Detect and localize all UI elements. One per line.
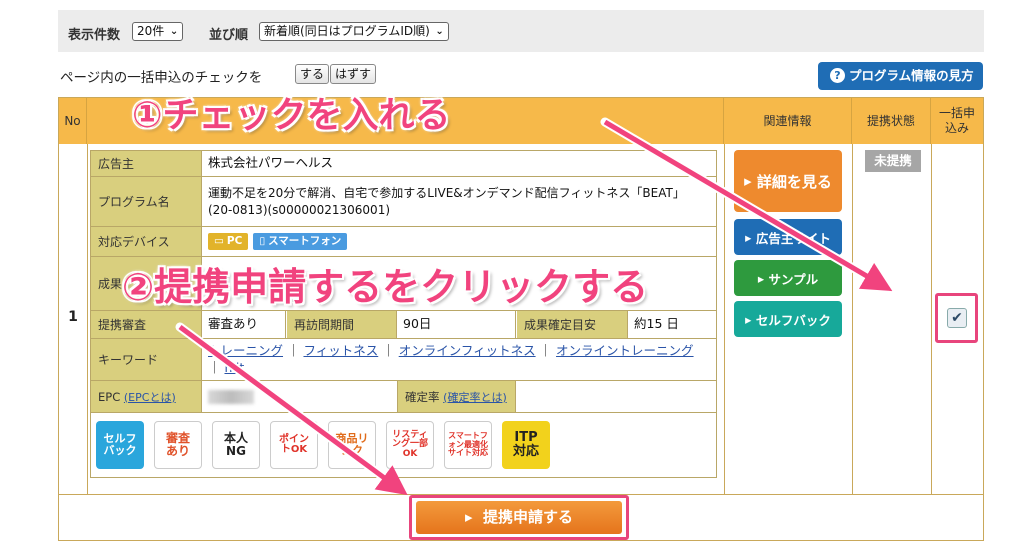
annotation-step2: ②提携申請するをクリックする [122, 265, 649, 309]
point-ok-feature-icon: ポイントOK [270, 421, 318, 469]
device-badge-pc: ▭ PC [208, 233, 249, 250]
feature-label: リスティング一部OK [391, 429, 428, 459]
rate-value [516, 381, 716, 412]
keyword-link[interactable]: hiit [224, 360, 244, 375]
advertiser-site-label: 広告主サイト [755, 230, 831, 246]
keyword-link[interactable]: フィットネス [303, 343, 378, 358]
review-value: 審査あり [202, 311, 286, 338]
chevron-down-icon: ⌄ [169, 26, 179, 37]
device-pc-label: PC [226, 235, 243, 248]
device-label: 対応デバイス [91, 227, 202, 256]
chevron-down-icon: ⌄ [435, 26, 444, 37]
device-sp-label: スマートフォン [268, 235, 342, 248]
keyword-link[interactable]: トレーニング [208, 343, 283, 358]
monitor-icon: ▭ [214, 235, 224, 248]
checkmark-icon: ✔ [947, 308, 967, 328]
header-related: 関連情報 [724, 98, 852, 144]
detail-row-review: 提携審査 審査あり 再訪問期間 90日 成果確定目安 約15 日 [91, 311, 716, 339]
col-divider [931, 144, 932, 494]
rate-help-link[interactable]: (確定率とは) [443, 389, 507, 405]
program-info-guide-label: プログラム情報の見方 [849, 68, 974, 83]
uncheck-all-button[interactable]: はずす [330, 64, 377, 84]
review-label: 提携審査 [91, 311, 202, 338]
feature-label: ITP対応 [512, 430, 539, 459]
apply-button-highlight: ▸ 提携申請する [409, 495, 629, 540]
revisit-value: 90日 [397, 311, 516, 338]
epc-label-text: EPC [98, 389, 121, 404]
advertiser-value: 株式会社パワーヘルス [208, 155, 334, 171]
advertiser-label: 広告主 [91, 151, 202, 176]
selfback-feature-icon: セルフバック [96, 421, 144, 469]
feature-label: ポイントOK [279, 433, 309, 455]
revisit-label: 再訪問期間 [287, 311, 397, 338]
apply-button[interactable]: ▸ 提携申請する [416, 501, 622, 534]
itp-feature-icon: ITP対応 [502, 421, 550, 469]
check-all-button[interactable]: する [295, 64, 330, 84]
selfback-label: セルフバック [755, 312, 831, 328]
selfback-button[interactable]: ▸ セルフバック [734, 301, 842, 337]
confirm-value: 約15 日 [634, 316, 679, 332]
apply-button-label: 提携申請する [482, 508, 573, 526]
keyword-link[interactable]: オンライントレーニング [556, 343, 694, 358]
rate-label: 確定率 (確定率とは) [398, 381, 516, 412]
epc-label: EPC (EPCとは) [91, 381, 202, 412]
epc-value [202, 381, 398, 412]
row-number: 1 [68, 309, 78, 325]
smartphone-optimized-feature-icon: スマートフォン最適化サイト対応 [444, 421, 492, 469]
sample-button[interactable]: ▸ サンプル [734, 260, 842, 296]
details-button-label: 詳細を見る [756, 172, 832, 191]
col-divider [87, 144, 88, 494]
program-info-guide-button[interactable]: ? プログラム情報の見方 [818, 62, 983, 90]
bulk-check-text: ページ内の一括申込のチェックを [60, 70, 263, 86]
detail-row-program: プログラム名 運動不足を20分で解消、自宅で参加するLIVE&オンデマンド配信フ… [91, 177, 716, 227]
keyword-label: キーワード [91, 339, 202, 380]
count-select[interactable]: 20件 ⌄ [132, 22, 184, 41]
epc-blurred-value [208, 389, 254, 404]
epc-help-link[interactable]: (EPCとは) [124, 389, 176, 405]
confirm-label: 成果確定目安 [517, 311, 628, 338]
detail-row-device: 対応デバイス ▭ PC ▯ スマートフォン [91, 227, 716, 257]
detail-row-advertiser: 広告主 株式会社パワーヘルス [91, 151, 716, 177]
listing-feature-icon: リスティング一部OK [386, 421, 434, 469]
program-name-value: 運動不足を20分で解消、自宅で参加するLIVE&オンデマンド配信フィットネス「B… [208, 186, 685, 217]
filter-bar: 表示件数 20件 ⌄ 並び順 新着順(同日はプログラムID順) ⌄ [58, 10, 984, 52]
header-bulk: 一括申込み [939, 106, 976, 135]
question-icon: ? [830, 68, 845, 83]
detail-row-keyword: キーワード トレーニング ｜ フィットネス ｜ オンラインフィットネス ｜ オン… [91, 339, 716, 381]
device-badge-smartphone: ▯ スマートフォン [253, 233, 348, 250]
annotation-step1: ①チェックを入れる [132, 95, 451, 136]
count-select-value: 20件 [137, 24, 165, 38]
advertiser-site-button[interactable]: ▸ 広告主サイト [734, 219, 842, 255]
rate-label-text: 確定率 [405, 389, 440, 404]
col-divider [852, 144, 853, 494]
status-badge: 未提携 [865, 150, 921, 172]
sort-select[interactable]: 新着順(同日はプログラムID順) ⌄ [259, 22, 449, 41]
details-button[interactable]: ▸ 詳細を見る [734, 150, 842, 212]
sort-label: 並び順 [209, 28, 249, 43]
detail-row-epc: EPC (EPCとは) 確定率 (確定率とは) [91, 381, 716, 413]
sort-select-value: 新着順(同日はプログラムID順) [264, 24, 430, 38]
col-divider [724, 144, 725, 494]
keyword-link[interactable]: オンラインフィットネス [399, 343, 536, 358]
device-values: ▭ PC ▯ スマートフォン [202, 227, 716, 256]
feature-label: 本人NG [223, 431, 248, 458]
sample-label: サンプル [768, 271, 819, 287]
program-name-label: プログラム名 [91, 177, 202, 226]
header-no: No [59, 98, 87, 144]
feature-label: スマートフォン最適化サイト対応 [448, 431, 488, 458]
bulk-apply-checkbox[interactable]: ✔ [935, 293, 978, 343]
header-status: 提携状態 [852, 98, 931, 144]
count-label: 表示件数 [68, 28, 121, 43]
feature-label: 商品リンク [335, 432, 369, 457]
feature-label: 審査あり [165, 431, 190, 458]
review-feature-icon: 審査あり [154, 421, 202, 469]
product-link-feature-icon: 商品リンク [328, 421, 376, 469]
smartphone-icon: ▯ [259, 235, 266, 248]
keyword-list: トレーニング ｜ フィットネス ｜ オンラインフィットネス ｜ オンライントレー… [208, 343, 694, 375]
feature-label: セルフバック [103, 432, 137, 457]
self-ng-feature-icon: 本人NG [212, 421, 260, 469]
